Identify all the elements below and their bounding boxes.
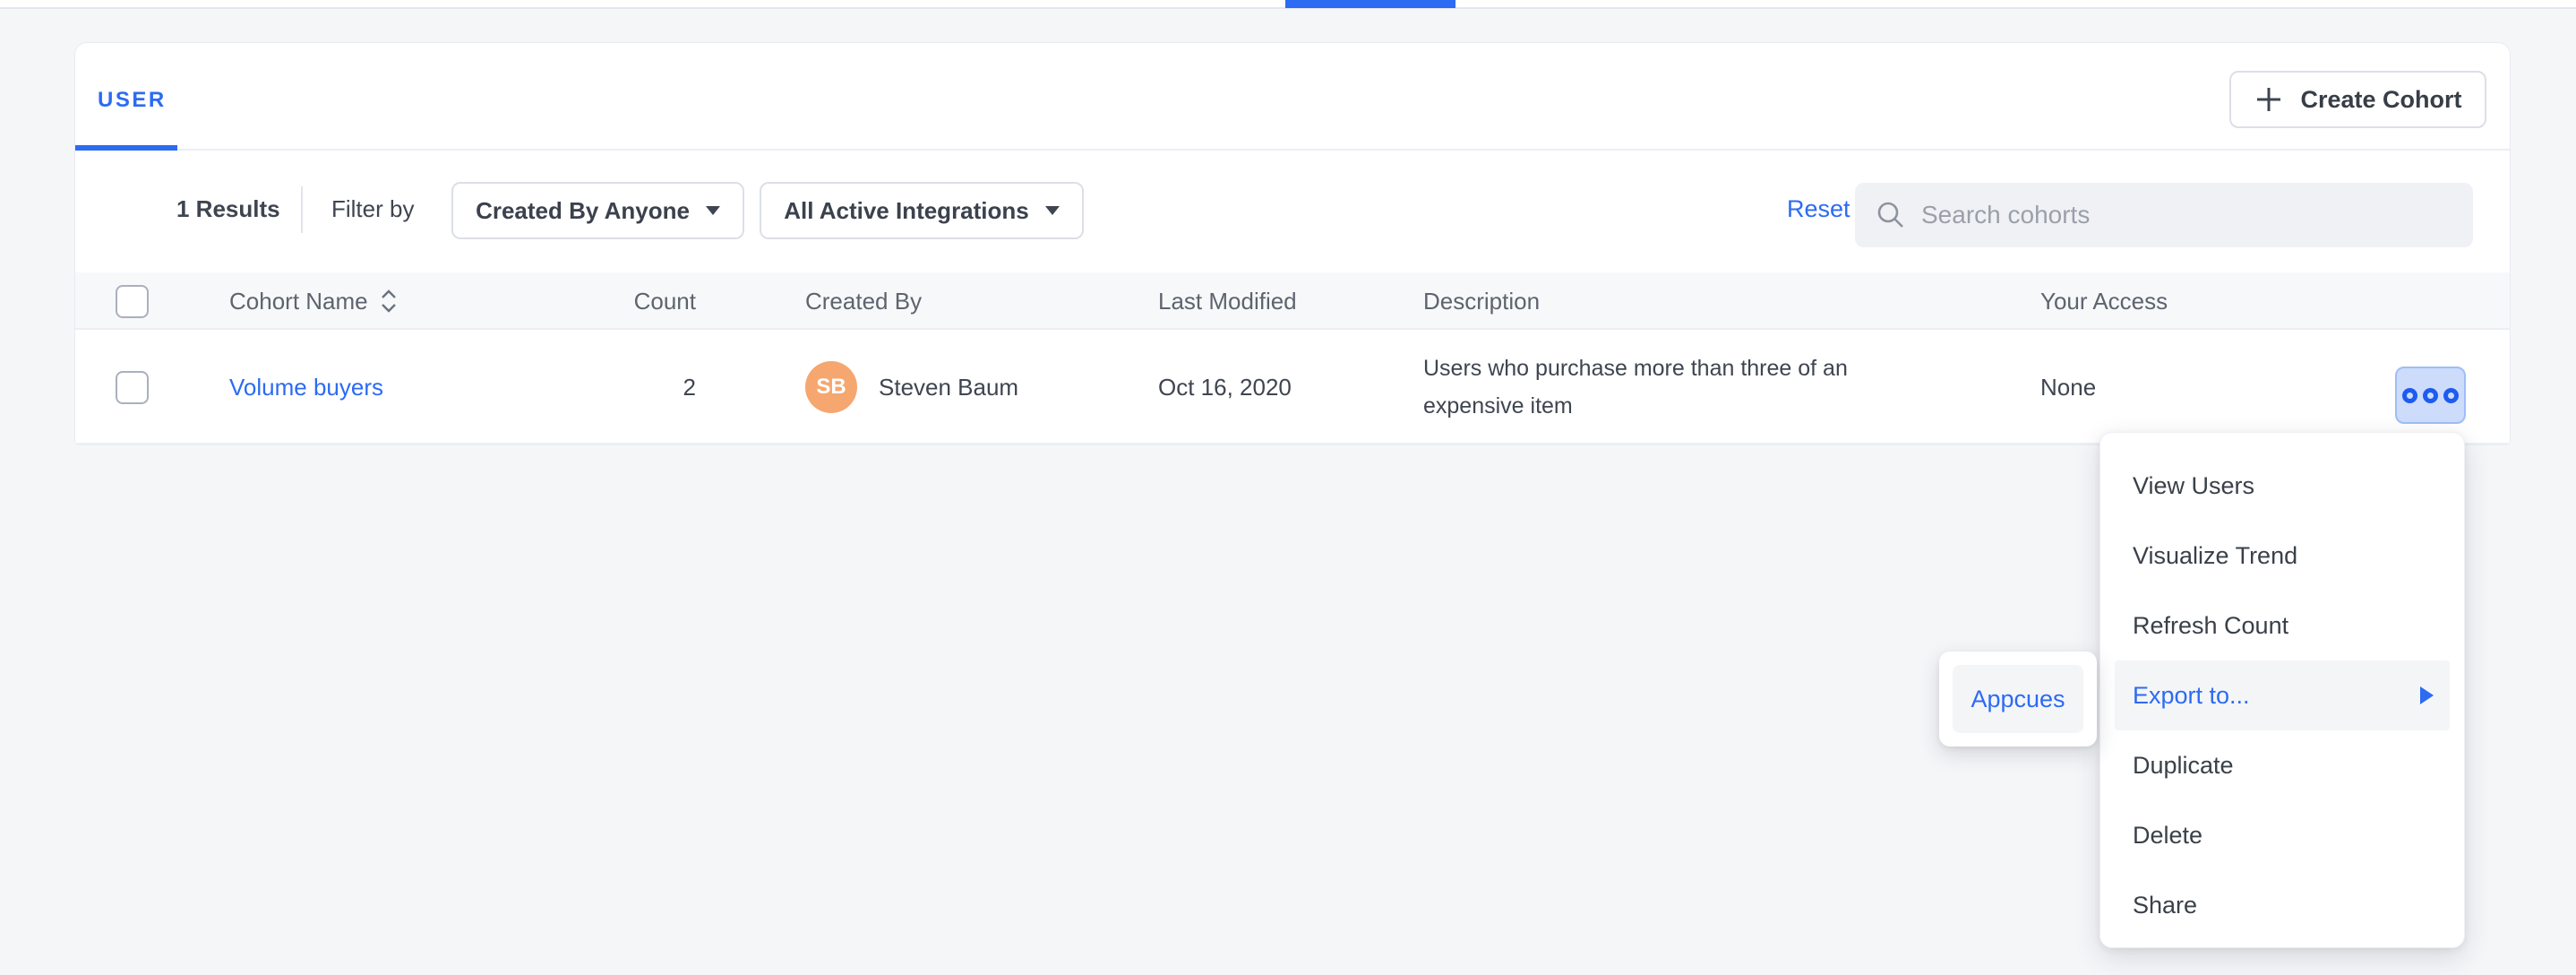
chevron-down-icon — [1045, 206, 1060, 215]
menu-item-refresh-count[interactable]: Refresh Count — [2100, 591, 2464, 660]
header-last-modified[interactable]: Last Modified — [1158, 272, 1297, 330]
menu-item-duplicate[interactable]: Duplicate — [2100, 730, 2464, 800]
created-by-dropdown[interactable]: Created By Anyone — [451, 182, 744, 239]
tab-user-active-underline — [75, 145, 177, 151]
search-icon — [1875, 199, 1907, 231]
plus-icon — [2254, 84, 2284, 115]
tab-bar-divider — [75, 149, 2510, 151]
your-access-cell: None — [2040, 330, 2096, 444]
search-input[interactable] — [1921, 201, 2453, 229]
select-all-checkbox[interactable] — [116, 285, 149, 318]
search-box[interactable] — [1855, 183, 2473, 247]
ellipsis-icon — [2443, 388, 2459, 403]
cohorts-panel: USER Create Cohort 1 Results Filter by C… — [74, 42, 2511, 445]
header-description[interactable]: Description — [1423, 272, 1925, 330]
header-your-access[interactable]: Your Access — [2040, 272, 2168, 330]
header-created-by[interactable]: Created By — [805, 272, 922, 330]
created-by-name: Steven Baum — [879, 374, 1018, 401]
ellipsis-icon — [2402, 388, 2417, 403]
menu-item-export-to[interactable]: Export to... — [2115, 660, 2450, 730]
submenu-item-appcues[interactable]: Appcues — [1953, 665, 2083, 733]
active-top-tab-indicator — [1285, 0, 1455, 8]
create-cohort-label: Create Cohort — [2300, 86, 2461, 114]
last-modified-cell: Oct 16, 2020 — [1158, 330, 1292, 444]
create-cohort-button[interactable]: Create Cohort — [2229, 71, 2486, 128]
row-checkbox[interactable] — [116, 371, 149, 404]
header-cohort-name-label: Cohort Name — [229, 288, 368, 315]
table-header-row: Cohort Name Count Created By Last Modifi… — [75, 272, 2510, 330]
table-row: Volume buyers 2 SB Steven Baum Oct 16, 2… — [75, 330, 2510, 444]
export-submenu: Appcues — [1939, 651, 2097, 746]
filter-divider — [301, 186, 303, 233]
created-by-cell: SB Steven Baum — [805, 330, 1018, 444]
menu-item-visualize-trend[interactable]: Visualize Trend — [2100, 521, 2464, 591]
sort-icon[interactable] — [379, 289, 399, 314]
header-cohort-name[interactable]: Cohort Name — [229, 272, 399, 330]
integrations-dropdown[interactable]: All Active Integrations — [760, 182, 1084, 239]
created-by-dropdown-label: Created By Anyone — [476, 197, 690, 225]
header-count[interactable]: Count — [541, 272, 696, 330]
row-actions-button[interactable] — [2395, 367, 2466, 424]
menu-item-share[interactable]: Share — [2100, 870, 2464, 940]
menu-item-delete[interactable]: Delete — [2100, 800, 2464, 870]
chevron-down-icon — [706, 206, 720, 215]
select-all-cell — [116, 272, 149, 330]
menu-item-view-users[interactable]: View Users — [2100, 451, 2464, 521]
avatar: SB — [805, 361, 857, 413]
submenu-arrow-icon — [2420, 686, 2434, 704]
cohort-description: Users who purchase more than three of an… — [1423, 349, 1925, 425]
tab-user[interactable]: USER — [98, 88, 167, 113]
row-select-cell — [116, 330, 149, 444]
results-count: 1 Results — [176, 195, 280, 223]
ellipsis-icon — [2423, 388, 2438, 403]
filter-by-label: Filter by — [331, 195, 414, 223]
cohort-name-link[interactable]: Volume buyers — [229, 374, 383, 401]
cohort-count: 2 — [541, 330, 696, 444]
integrations-dropdown-label: All Active Integrations — [784, 197, 1029, 225]
menu-item-export-to-label: Export to... — [2133, 682, 2250, 710]
row-context-menu: View Users Visualize Trend Refresh Count… — [2099, 432, 2465, 948]
